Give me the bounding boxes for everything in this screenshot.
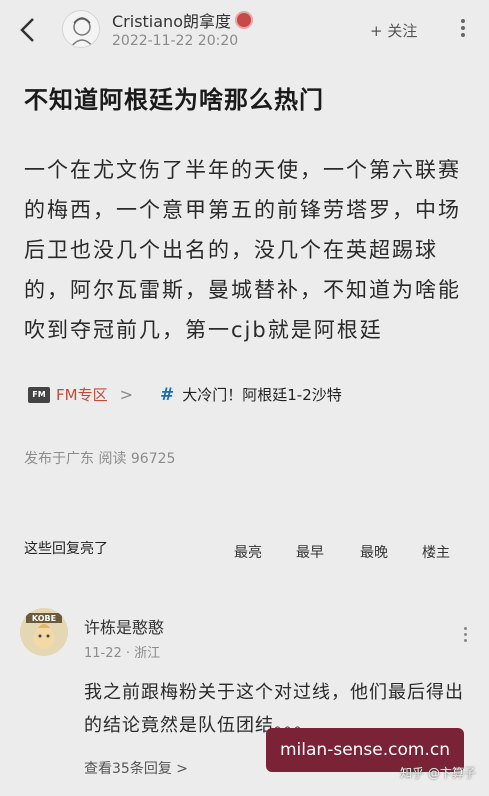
- author-name-text: Cristiano朗拿度: [112, 12, 231, 31]
- follow-button[interactable]: + 关注: [370, 20, 417, 41]
- fm-zone-label: FM专区: [56, 386, 108, 404]
- fm-icon: FM: [28, 386, 50, 403]
- sort-earliest[interactable]: 最早: [296, 542, 324, 562]
- sort-op-only[interactable]: 楼主: [422, 542, 450, 562]
- post-timestamp: 2022-11-22 20:20: [112, 33, 239, 49]
- comment-more-icon[interactable]: [460, 624, 470, 650]
- back-arrow-icon[interactable]: [16, 16, 40, 44]
- comment-meta: 11-22 · 浙江: [84, 646, 161, 661]
- sort-latest[interactable]: 最晚: [360, 542, 388, 562]
- view-replies-link[interactable]: 查看35条回复 >: [84, 758, 188, 778]
- topic-tag[interactable]: # 大冷门！阿根廷1-2沙特: [160, 384, 342, 405]
- more-options-icon[interactable]: [458, 16, 468, 42]
- chevron-right-icon: >: [119, 385, 133, 404]
- comment-author[interactable]: 许栋是憨憨: [84, 614, 164, 638]
- fm-zone-tag[interactable]: FM FM专区 >: [28, 384, 133, 405]
- topic-label: 大冷门！阿根廷1-2沙特: [182, 386, 342, 404]
- author-avatar[interactable]: [62, 10, 100, 48]
- post-body: 一个在尤文伤了半年的天使，一个第六联赛的梅西，一个意甲第五的前锋劳塔罗，中场后卫…: [24, 158, 461, 342]
- commenter-avatar[interactable]: KOBE: [20, 608, 68, 656]
- highlight-replies-label: 这些回复亮了: [24, 541, 108, 557]
- platform-watermark: 知乎 @卞算子: [400, 766, 476, 780]
- post-title: 不知道阿根廷为啥那么热门: [24, 86, 324, 114]
- commenter-avatar-text: KOBE: [32, 614, 56, 623]
- hashtag-icon: #: [160, 384, 175, 405]
- author-name[interactable]: Cristiano朗拿度: [112, 8, 253, 32]
- publish-info: 发布于广东 阅读 96725: [24, 451, 176, 467]
- user-badge-icon: [235, 11, 253, 29]
- sort-brightest[interactable]: 最亮: [234, 542, 262, 562]
